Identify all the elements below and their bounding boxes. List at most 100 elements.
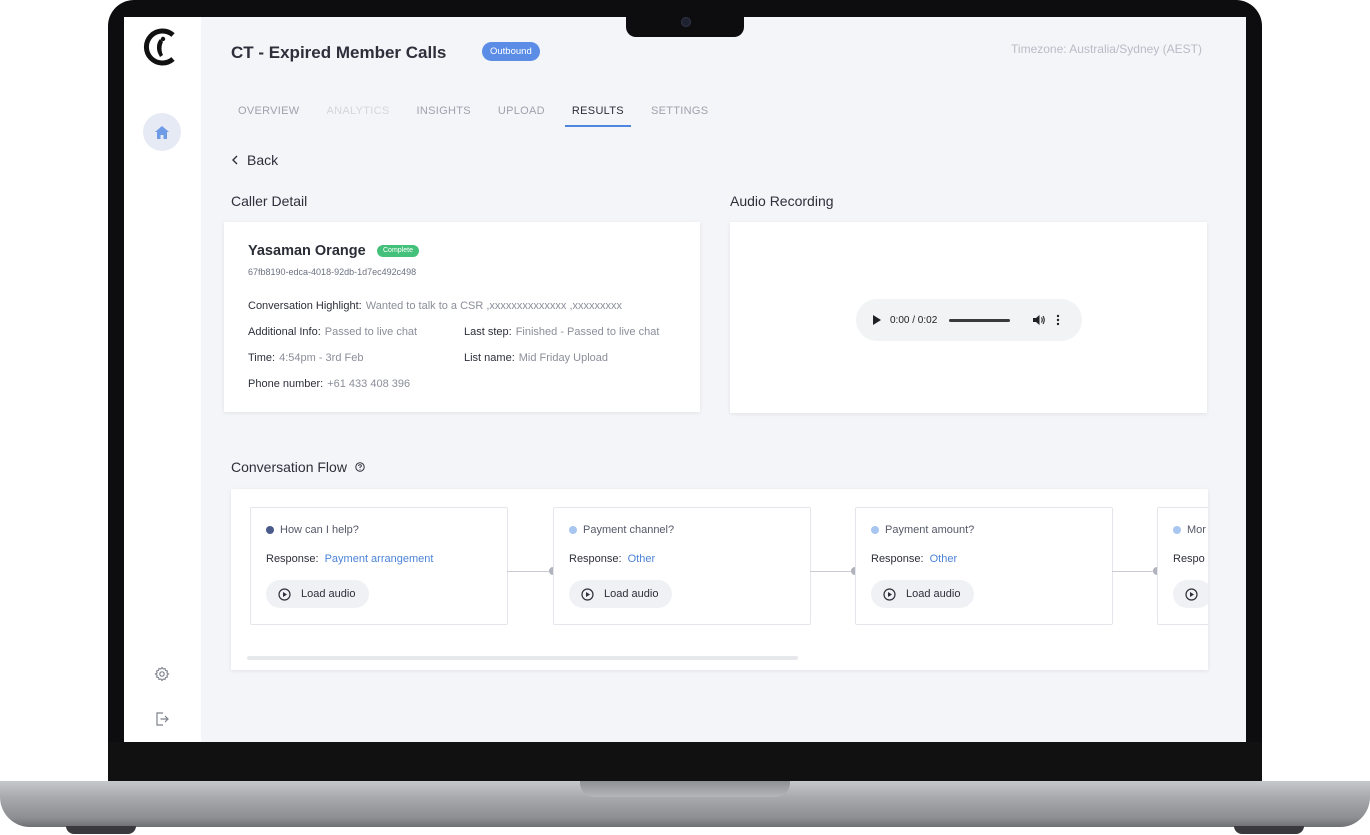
caller-name: Yasaman Orange xyxy=(248,243,366,259)
tab-upload[interactable]: UPLOAD xyxy=(498,105,545,127)
play-circle-icon xyxy=(1185,587,1198,601)
laptop-foot-right xyxy=(1234,826,1304,834)
response-value: Other xyxy=(929,553,958,565)
flow-node: Payment amount? Response: Other Load audi… xyxy=(855,507,1113,625)
flow-response: Response: Other xyxy=(871,553,957,565)
flow-response: Response: Other xyxy=(569,553,655,565)
help-icon[interactable] xyxy=(355,462,365,472)
response-label: Response: xyxy=(569,553,622,565)
logout-button[interactable] xyxy=(152,709,172,729)
time-label: Time: xyxy=(248,352,276,364)
response-value: Other xyxy=(627,553,656,565)
response-value: Payment arrangement xyxy=(324,553,434,565)
step-dot-icon xyxy=(569,526,577,534)
home-button[interactable] xyxy=(143,113,181,151)
play-icon[interactable] xyxy=(872,314,882,326)
time-value: 4:54pm - 3rd Feb xyxy=(279,352,364,364)
audio-recording-card: 0:00 / 0:02 xyxy=(730,222,1207,413)
timezone-label: Timezone: Australia/Sydney (AEST) xyxy=(1011,42,1202,56)
flow-node: How can I help? Response: Payment arrange… xyxy=(250,507,508,625)
audio-time: 0:00 / 0:02 xyxy=(890,314,938,326)
list-value: Mid Friday Upload xyxy=(518,352,609,364)
home-icon xyxy=(155,125,169,139)
flow-question-text: Payment amount? xyxy=(885,524,975,536)
tab-settings[interactable]: SETTINGS xyxy=(651,105,708,127)
flow-connector xyxy=(1112,571,1158,572)
last-step-row: Last step: Finished - Passed to live chat xyxy=(464,326,659,338)
chevron-left-icon xyxy=(232,155,238,165)
load-audio-label: Load audio xyxy=(301,588,356,600)
settings-button[interactable] xyxy=(152,664,172,684)
conversation-flow-panel: How can I help? Response: Payment arrange… xyxy=(231,489,1208,670)
last-step-value: Finished - Passed to live chat xyxy=(515,326,660,338)
load-audio-label: Load audio xyxy=(604,588,659,600)
flow-node: Mor Respo xyxy=(1157,507,1208,625)
play-circle-icon xyxy=(581,587,594,601)
logo xyxy=(140,25,184,69)
page-title: CT - Expired Member Calls xyxy=(231,43,447,62)
additional-value: Passed to live chat xyxy=(324,326,418,338)
play-circle-icon xyxy=(883,587,896,601)
response-label: Respo xyxy=(1173,553,1205,565)
additional-info-row: Additional Info: Passed to live chat xyxy=(248,326,417,338)
flow-response: Respo xyxy=(1173,553,1205,565)
flow-connector xyxy=(507,571,553,572)
step-dot-icon xyxy=(871,526,879,534)
flow-node: Payment channel? Response: Other Load aud… xyxy=(553,507,811,625)
flow-question: Payment channel? xyxy=(569,524,674,536)
volume-icon[interactable] xyxy=(1032,313,1046,327)
phone-label: Phone number: xyxy=(248,378,324,390)
horizontal-scrollbar[interactable] xyxy=(247,656,798,660)
tab-overview[interactable]: OVERVIEW xyxy=(238,105,300,127)
laptop-bezel xyxy=(108,742,1262,782)
flow-question: Mor xyxy=(1173,524,1206,536)
load-audio-button[interactable]: Load audio xyxy=(569,580,673,608)
caller-detail-card: Yasaman Orange Complete 67fb8190-edca-40… xyxy=(224,222,700,412)
audio-player[interactable]: 0:00 / 0:02 xyxy=(856,299,1082,341)
conversation-flow-heading: Conversation Flow xyxy=(231,459,365,475)
highlight-value: Wanted to talk to a CSR ,xxxxxxxxxxxxxx … xyxy=(365,300,623,312)
highlight-row: Conversation Highlight: Wanted to talk to… xyxy=(248,300,622,312)
flow-question-text: How can I help? xyxy=(280,524,359,536)
flow-question: Payment amount? xyxy=(871,524,974,536)
load-audio-button[interactable] xyxy=(1173,580,1208,608)
flow-question: How can I help? xyxy=(266,524,359,536)
phone-row: Phone number: +61 433 408 396 xyxy=(248,378,410,390)
step-dot-icon xyxy=(266,526,274,534)
camera-notch xyxy=(626,17,744,37)
play-circle-icon xyxy=(278,587,291,601)
step-dot-icon xyxy=(1173,526,1181,534)
list-label: List name: xyxy=(464,352,515,364)
conversation-flow-title: Conversation Flow xyxy=(231,459,347,475)
audio-recording-heading: Audio Recording xyxy=(730,193,834,209)
tab-analytics: ANALYTICS xyxy=(326,105,390,117)
outbound-badge: Outbound xyxy=(482,42,540,61)
back-button[interactable]: Back xyxy=(231,152,278,168)
caller-id: 67fb8190-edca-4018-92db-1d7ec492c498 xyxy=(248,267,417,277)
load-audio-button[interactable]: Load audio xyxy=(266,580,370,608)
more-options-icon[interactable] xyxy=(1056,314,1060,326)
tab-bar: OVERVIEW ANALYTICS INSIGHTS UPLOAD RESUL… xyxy=(238,105,735,127)
load-audio-label: Load audio xyxy=(906,588,961,600)
time-row: Time: 4:54pm - 3rd Feb xyxy=(248,352,363,364)
back-label: Back xyxy=(247,152,279,168)
response-label: Response: xyxy=(266,553,319,565)
highlight-label: Conversation Highlight: xyxy=(248,300,362,312)
flow-question-text: Payment channel? xyxy=(583,524,675,536)
tab-insights[interactable]: INSIGHTS xyxy=(417,105,471,127)
gear-icon xyxy=(154,666,170,682)
laptop-foot-left xyxy=(66,826,136,834)
logout-icon xyxy=(156,712,169,726)
audio-progress-bar[interactable] xyxy=(949,318,1011,322)
last-step-label: Last step: xyxy=(464,326,512,338)
list-name-row: List name: Mid Friday Upload xyxy=(464,352,608,364)
flow-connector xyxy=(810,571,856,572)
main-content: CT - Expired Member Calls Outbound Timez… xyxy=(201,17,1246,742)
screen: CT - Expired Member Calls Outbound Timez… xyxy=(124,17,1246,742)
tab-results[interactable]: RESULTS xyxy=(564,105,631,127)
laptop-base-notch xyxy=(580,781,790,797)
caller-detail-heading: Caller Detail xyxy=(231,193,308,209)
sidebar xyxy=(124,17,201,742)
camera-icon xyxy=(681,17,691,27)
load-audio-button[interactable]: Load audio xyxy=(871,580,975,608)
